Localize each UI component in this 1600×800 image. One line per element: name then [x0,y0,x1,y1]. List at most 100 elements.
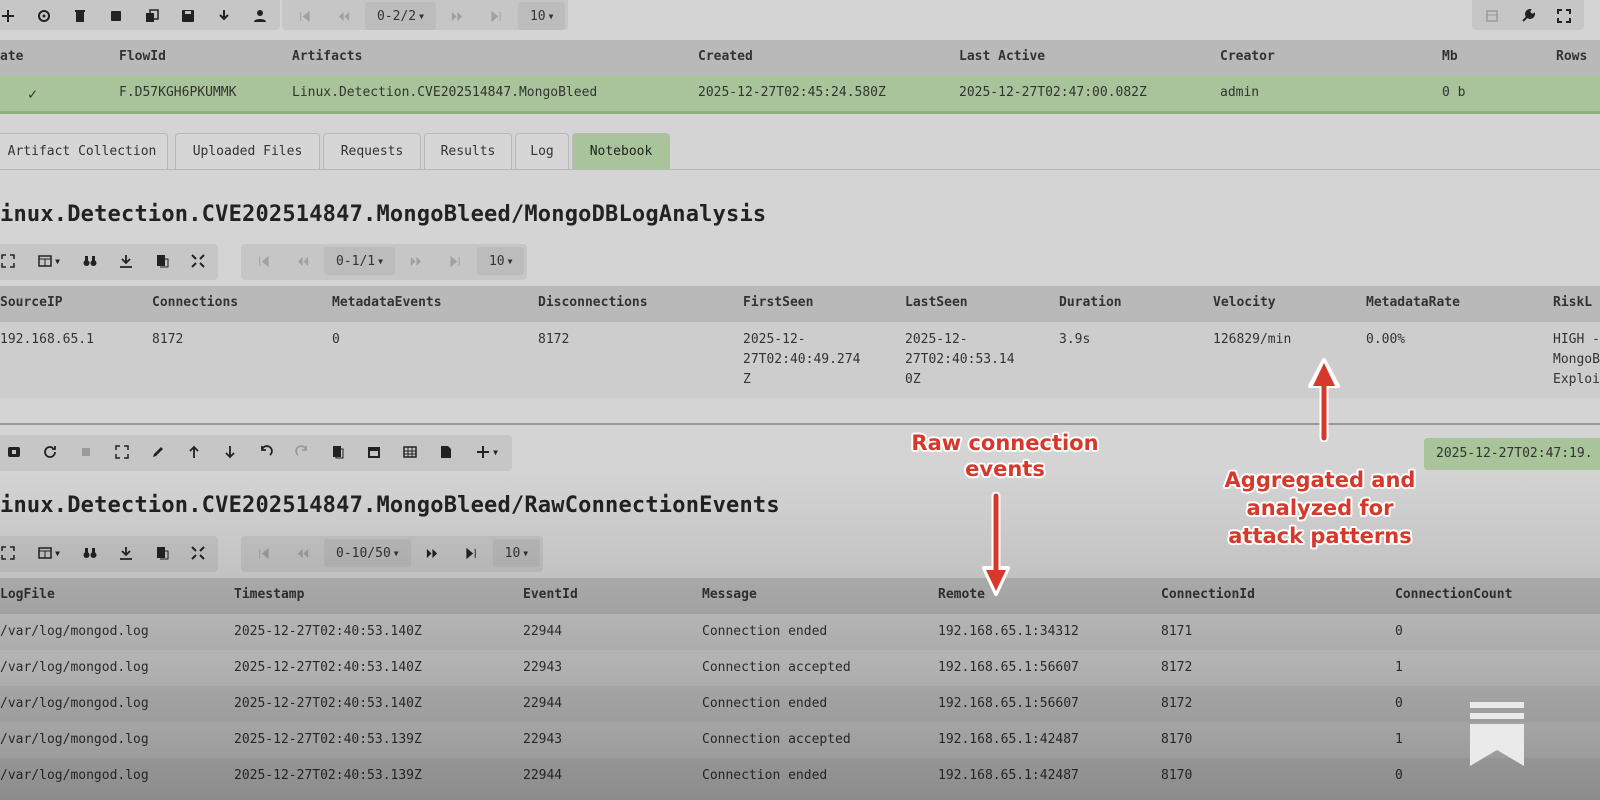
copy-cell-icon[interactable] [321,438,355,466]
expand-icon[interactable] [0,247,25,275]
column-header[interactable]: ate [0,49,23,64]
columns-icon[interactable]: ▼ [27,247,71,275]
refresh-icon[interactable] [33,438,67,466]
analysis-table-row: 192.168.65.1 8172 0 8172 2025-12- 27T02:… [0,322,1600,398]
first-page-icon[interactable] [285,2,323,30]
crosshair-icon[interactable] [27,2,61,30]
column-header[interactable]: LogFile [0,587,55,602]
binoculars-icon[interactable] [73,247,107,275]
column-header[interactable]: ConnectionCount [1395,587,1512,602]
copy-icon[interactable] [135,2,169,30]
page-size-dropdown[interactable]: 10 ▼ [476,247,525,275]
column-header[interactable]: Mb [1442,49,1458,64]
first-page-icon[interactable] [244,247,282,275]
cell-timestamp: 2025-12-27T02:40:53.140Z [234,660,422,675]
next-page-icon[interactable] [413,539,451,567]
column-header[interactable]: MetadataRate [1366,295,1460,310]
file-icon[interactable] [429,438,463,466]
column-header[interactable]: FirstSeen [743,295,813,310]
fullscreen-icon[interactable] [1547,2,1581,30]
column-header[interactable]: Disconnections [538,295,648,310]
tab-results[interactable]: Results [424,133,512,169]
compress-icon[interactable] [181,539,215,567]
binoculars-icon[interactable] [73,539,107,567]
table-row[interactable]: /var/log/mongod.log 2025-12-27T02:40:53.… [0,614,1600,650]
arrow-up-icon[interactable] [177,438,211,466]
next-page-icon[interactable] [438,2,476,30]
trash-icon[interactable] [63,2,97,30]
flow-row-selected[interactable]: ✓ F.D57KGH6PKUMMK Linux.Detection.CVE202… [0,76,1600,114]
last-page-icon[interactable] [453,539,491,567]
column-header[interactable]: EventId [523,587,578,602]
column-header[interactable]: Velocity [1213,295,1276,310]
columns-icon[interactable]: ▼ [27,539,71,567]
stop-icon[interactable] [99,2,133,30]
column-header[interactable]: RiskL [1553,295,1592,310]
column-header[interactable]: Last Active [959,49,1045,64]
prev-page-icon[interactable] [325,2,363,30]
expand-icon[interactable] [0,539,25,567]
plus-icon[interactable] [0,2,25,30]
wrench-icon[interactable] [1511,2,1545,30]
prev-page-icon[interactable] [284,539,322,567]
copy-table-icon[interactable] [145,247,179,275]
column-header[interactable]: Rows [1556,49,1587,64]
column-header[interactable]: LastSeen [905,295,968,310]
table-icon[interactable] [393,438,427,466]
column-header[interactable]: ConnectionId [1161,587,1255,602]
tab-notebook[interactable]: Notebook [572,133,670,169]
tab-uploaded-files[interactable]: Uploaded Files [175,133,320,169]
page-range-dropdown[interactable]: 0-1/1 ▼ [324,247,395,275]
redo-icon[interactable] [285,438,319,466]
table-row[interactable]: /var/log/mongod.log 2025-12-27T02:40:53.… [0,758,1600,800]
download-icon[interactable] [207,2,241,30]
compress-icon[interactable] [181,247,215,275]
cell-remote: 192.168.65.1:42487 [938,732,1079,747]
table-row[interactable]: /var/log/mongod.log 2025-12-27T02:40:53.… [0,650,1600,686]
flow-created: 2025-12-27T02:45:24.580Z [698,85,886,100]
calendar-icon[interactable] [357,438,391,466]
column-header[interactable]: Connections [152,295,238,310]
tab-log[interactable]: Log [515,133,569,169]
column-header[interactable]: Duration [1059,295,1122,310]
tab-requests[interactable]: Requests [323,133,421,169]
page-size-dropdown[interactable]: 10 ▼ [517,2,566,30]
metadata-events: 0 [332,332,340,347]
prev-page-icon[interactable] [284,247,322,275]
archive-icon[interactable] [1475,2,1509,30]
flow-id[interactable]: F.D57KGH6PKUMMK [119,85,236,100]
column-header[interactable]: Message [702,587,757,602]
table-row[interactable]: /var/log/mongod.log 2025-12-27T02:40:53.… [0,722,1600,758]
table-row[interactable]: /var/log/mongod.log 2025-12-27T02:40:53.… [0,686,1600,722]
arrow-down-icon[interactable] [213,438,247,466]
first-seen-line: 27T02:40:49.274 [743,352,861,367]
flow-state-check-icon: ✓ [28,85,38,103]
column-header[interactable]: MetadataEvents [332,295,442,310]
undo-icon[interactable] [249,438,283,466]
stop-icon[interactable] [69,438,103,466]
last-page-icon[interactable] [478,2,516,30]
pencil-icon[interactable] [141,438,175,466]
page-size-dropdown[interactable]: 10 ▼ [492,539,541,567]
column-header[interactable]: Creator [1220,49,1275,64]
download-icon[interactable] [109,247,143,275]
stop-cell-icon[interactable] [0,438,31,466]
last-page-icon[interactable] [437,247,475,275]
page-range-dropdown[interactable]: 0-2/2 ▼ [365,2,436,30]
expand-icon[interactable] [105,438,139,466]
page-range-dropdown[interactable]: 0-10/50 ▼ [324,539,411,567]
tab-artifact-collection[interactable]: Artifact Collection [0,133,168,169]
cell-connectioncount: 1 [1395,660,1403,675]
first-page-icon[interactable] [244,539,282,567]
download-icon[interactable] [109,539,143,567]
copy-table-icon[interactable] [145,539,179,567]
add-cell-icon[interactable]: ▼ [465,438,509,466]
column-header[interactable]: FlowId [119,49,166,64]
save-icon[interactable] [171,2,205,30]
column-header[interactable]: Artifacts [292,49,362,64]
column-header[interactable]: Timestamp [234,587,304,602]
column-header[interactable]: SourceIP [0,295,63,310]
user-icon[interactable] [243,2,277,30]
next-page-icon[interactable] [397,247,435,275]
column-header[interactable]: Created [698,49,753,64]
